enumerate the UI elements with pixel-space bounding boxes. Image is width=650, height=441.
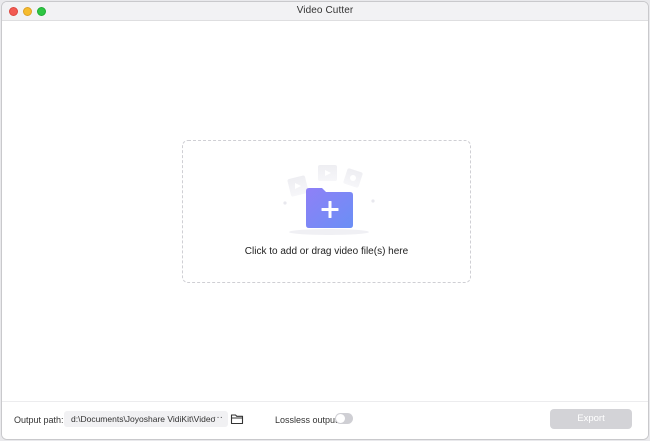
window-title: Video Cutter	[296, 5, 354, 16]
title-bar: Video Cutter	[2, 2, 648, 21]
app-window: Video Cutter Click to add or drag video …	[1, 1, 649, 440]
lossless-output-toggle[interactable]	[335, 413, 353, 424]
drop-zone-prompt: Click to add or drag video file(s) here	[244, 246, 409, 257]
file-drop-zone[interactable]: Click to add or drag video file(s) here	[182, 140, 471, 283]
add-folder-icon	[283, 165, 375, 235]
toggle-knob	[336, 414, 345, 423]
export-button[interactable]: Export	[550, 409, 632, 429]
output-path-field[interactable]: d:\Documents\Joyoshare VidiKit\Video ···	[64, 411, 228, 427]
lossless-output-label: Lossless output:	[275, 415, 341, 425]
folder-icon[interactable]	[230, 412, 244, 426]
path-more-button[interactable]: ···	[213, 412, 223, 423]
footer-bar: Output path: d:\Documents\Joyoshare Vidi…	[2, 401, 648, 439]
output-path-label: Output path:	[14, 415, 64, 425]
output-path-value: d:\Documents\Joyoshare VidiKit\Video	[71, 414, 216, 424]
